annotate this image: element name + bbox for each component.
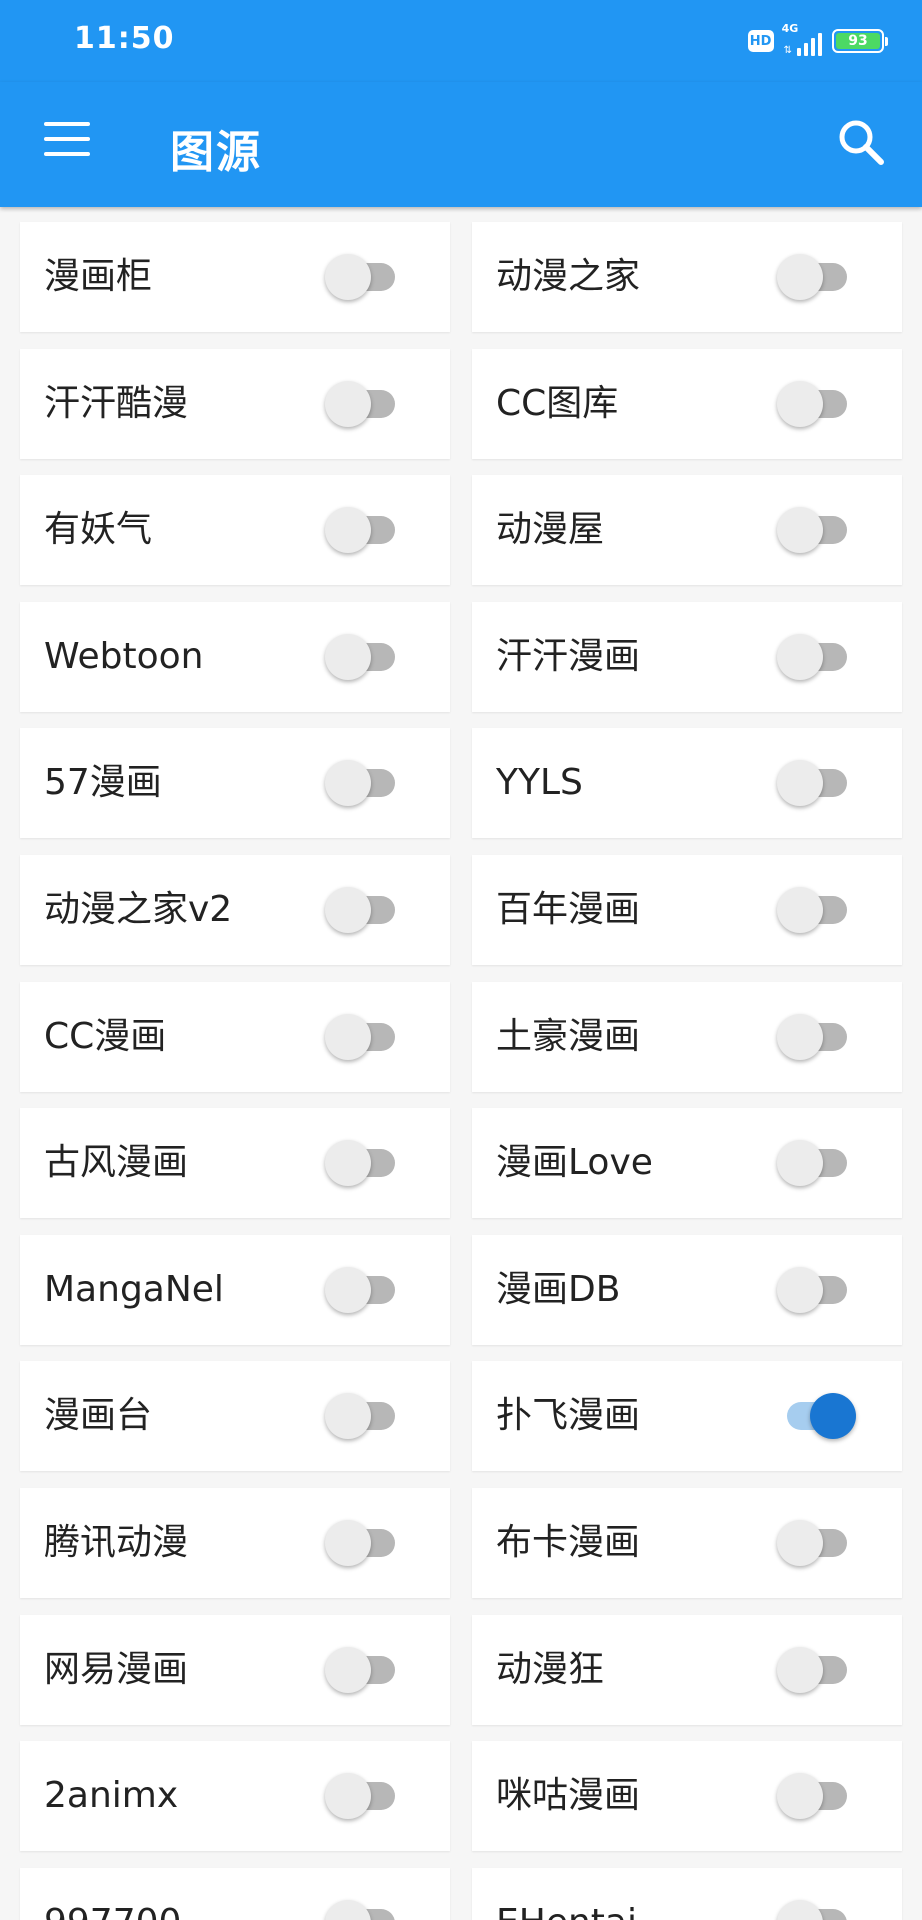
- source-card[interactable]: CC漫画: [20, 981, 450, 1092]
- source-toggle[interactable]: [325, 1520, 401, 1566]
- source-toggle[interactable]: [777, 507, 853, 554]
- source-label: 百年漫画: [496, 889, 641, 930]
- source-label: 土豪漫画: [496, 1015, 641, 1057]
- source-label: 动漫之家v2: [44, 889, 233, 930]
- source-label: 腾讯动漫: [44, 1522, 189, 1563]
- source-label: 动漫之家: [496, 256, 641, 297]
- source-toggle[interactable]: [325, 887, 401, 933]
- source-card[interactable]: 百年漫画: [472, 855, 902, 965]
- network-type: 4G: [781, 22, 799, 35]
- source-label: 咪咕漫画: [496, 1775, 641, 1817]
- source-label: 有妖气: [44, 509, 153, 551]
- source-card[interactable]: Webtoon: [20, 601, 450, 712]
- source-card[interactable]: 2animx: [20, 1741, 450, 1852]
- source-label: Webtoon: [44, 635, 204, 677]
- source-toggle[interactable]: [325, 1773, 401, 1820]
- source-toggle[interactable]: [325, 254, 401, 300]
- source-card[interactable]: 动漫狂: [472, 1614, 902, 1725]
- source-toggle[interactable]: [777, 1899, 853, 1920]
- hd-icon: HD: [747, 30, 774, 52]
- source-label: 动漫屋: [496, 509, 605, 551]
- source-label: 古风漫画: [44, 1142, 189, 1184]
- source-toggle[interactable]: [325, 1899, 401, 1920]
- source-toggle[interactable]: [777, 1646, 853, 1693]
- source-label: 57漫画: [44, 762, 162, 804]
- source-card[interactable]: 有妖气: [20, 475, 450, 586]
- source-toggle[interactable]: [777, 760, 853, 807]
- source-toggle[interactable]: [777, 1140, 853, 1187]
- source-card[interactable]: 土豪漫画: [472, 981, 902, 1092]
- source-card[interactable]: 腾讯动漫: [20, 1488, 450, 1598]
- source-toggle[interactable]: [777, 380, 853, 427]
- search-icon[interactable]: [834, 115, 888, 169]
- source-card[interactable]: 997700: [20, 1867, 450, 1920]
- source-toggle[interactable]: [777, 1520, 853, 1566]
- status-icons: HD 4G ⇅ 93: [747, 22, 888, 60]
- menu-icon[interactable]: [44, 122, 90, 156]
- source-toggle[interactable]: [325, 507, 401, 554]
- source-card[interactable]: 咪咕漫画: [472, 1741, 902, 1852]
- battery-level: 93: [836, 33, 880, 49]
- source-label: 漫画台: [44, 1395, 153, 1437]
- source-toggle[interactable]: [777, 1013, 853, 1060]
- source-card[interactable]: 动漫屋: [472, 475, 902, 586]
- source-toggle[interactable]: [325, 1140, 401, 1187]
- source-label: 扑飞漫画: [496, 1395, 641, 1437]
- app-bar: 图源: [0, 82, 922, 207]
- source-card[interactable]: 漫画Love: [472, 1108, 902, 1219]
- source-card[interactable]: 动漫之家: [472, 222, 902, 332]
- source-label: 漫画Love: [496, 1142, 653, 1184]
- source-label: CC漫画: [44, 1015, 167, 1057]
- signal-icon: 4G ⇅: [782, 22, 822, 56]
- source-label: 动漫狂: [496, 1648, 605, 1690]
- source-card[interactable]: EHentai: [472, 1867, 902, 1920]
- source-label: 漫画柜: [44, 256, 153, 297]
- source-card[interactable]: 古风漫画: [20, 1108, 450, 1219]
- source-card[interactable]: 布卡漫画: [472, 1488, 902, 1598]
- source-label: 汗汗漫画: [496, 635, 641, 677]
- source-toggle[interactable]: [325, 380, 401, 427]
- data-arrows-icon: ⇅: [783, 45, 792, 56]
- source-label: EHentai: [496, 1868, 637, 1920]
- source-card[interactable]: 汗汗漫画: [472, 601, 902, 712]
- source-label: CC图库: [496, 382, 619, 424]
- source-toggle[interactable]: [325, 1393, 401, 1440]
- source-toggle[interactable]: [325, 1266, 401, 1313]
- source-toggle[interactable]: [777, 1393, 856, 1440]
- source-card[interactable]: CC图库: [472, 348, 902, 459]
- source-card[interactable]: YYLS: [472, 728, 902, 839]
- source-toggle[interactable]: [777, 254, 853, 300]
- source-card[interactable]: 57漫画: [20, 728, 450, 839]
- source-label: 汗汗酷漫: [44, 382, 189, 424]
- source-card[interactable]: 漫画台: [20, 1361, 450, 1472]
- source-toggle[interactable]: [777, 1266, 853, 1313]
- source-label: 漫画DB: [496, 1268, 621, 1310]
- source-label: 网易漫画: [44, 1648, 189, 1690]
- source-card[interactable]: 动漫之家v2: [20, 855, 450, 965]
- source-label: 2animx: [44, 1775, 179, 1817]
- source-card[interactable]: 漫画柜: [20, 222, 450, 332]
- status-bar: 11:50 HD 4G ⇅ 93: [0, 0, 922, 82]
- source-label: 997700: [44, 1868, 181, 1920]
- source-toggle[interactable]: [777, 1773, 853, 1820]
- source-toggle[interactable]: [777, 633, 853, 680]
- source-card[interactable]: 扑飞漫画: [472, 1361, 902, 1472]
- source-label: MangaNel: [44, 1268, 224, 1310]
- source-toggle[interactable]: [325, 1646, 401, 1693]
- source-label: YYLS: [496, 762, 583, 804]
- source-card[interactable]: MangaNel: [20, 1234, 450, 1345]
- source-toggle[interactable]: [325, 760, 401, 807]
- page-title: 图源: [170, 127, 262, 178]
- source-card[interactable]: 漫画DB: [472, 1234, 902, 1345]
- source-toggle[interactable]: [777, 887, 853, 933]
- source-toggle[interactable]: [325, 1013, 401, 1060]
- status-time: 11:50: [74, 21, 175, 56]
- source-label: 布卡漫画: [496, 1522, 641, 1563]
- battery-icon: 93: [832, 29, 888, 53]
- source-toggle[interactable]: [325, 633, 401, 680]
- source-card[interactable]: 网易漫画: [20, 1614, 450, 1725]
- source-card[interactable]: 汗汗酷漫: [20, 348, 450, 459]
